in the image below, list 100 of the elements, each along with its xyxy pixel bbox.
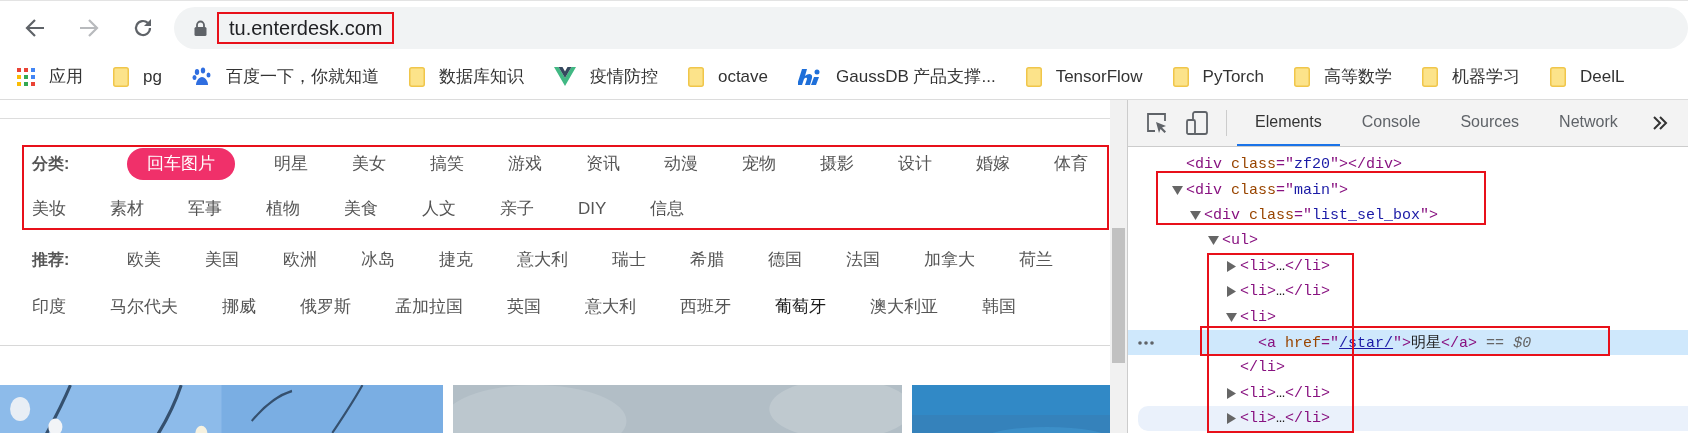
address-bar[interactable]: tu.enterdesk.com xyxy=(174,6,1688,49)
dom-row[interactable]: <div class="main"> xyxy=(1128,177,1688,203)
code-line: </li> xyxy=(1240,359,1285,377)
category-link[interactable]: 美女 xyxy=(352,148,386,180)
country-link[interactable]: 俄罗斯 xyxy=(300,291,351,323)
triangle-down-icon[interactable] xyxy=(1172,184,1183,196)
country-link[interactable]: 希腊 xyxy=(690,244,724,276)
category-link[interactable]: 军事 xyxy=(188,193,222,225)
bookmark-label[interactable]: 机器学习 xyxy=(1452,65,1520,88)
triangle-right-icon[interactable] xyxy=(1226,413,1237,425)
country-link[interactable]: 捷克 xyxy=(439,244,473,276)
category-link[interactable]: 人文 xyxy=(422,193,456,225)
bookmark-label[interactable]: PyTorch xyxy=(1202,66,1264,87)
bookmark-label[interactable]: 数据库知识 xyxy=(438,65,524,88)
code-line: <div class="zf20"></div> xyxy=(1186,156,1403,174)
code-line: <li> xyxy=(1240,308,1276,326)
country-link[interactable]: 瑞士 xyxy=(612,244,646,276)
dom-row[interactable]: <li>…</li> xyxy=(1138,405,1688,432)
country-link[interactable]: 荷兰 xyxy=(1019,244,1053,276)
triangle-right-icon[interactable] xyxy=(1226,286,1237,298)
category-link[interactable]: 宠物 xyxy=(742,148,776,180)
country-link[interactable]: 孟加拉国 xyxy=(395,291,463,323)
country-link[interactable]: 印度 xyxy=(32,291,66,323)
country-link[interactable]: 马尔代夫 xyxy=(110,291,178,323)
category-link[interactable]: 回车图片 xyxy=(127,148,235,180)
country-link[interactable]: 挪威 xyxy=(222,291,256,323)
dom-row[interactable]: <div class="zf20"></div> xyxy=(1128,152,1688,178)
url-text: tu.enterdesk.com xyxy=(217,11,395,44)
bookmark-label[interactable]: 高等数学 xyxy=(1324,65,1392,88)
country-link[interactable]: 法国 xyxy=(846,244,880,276)
bookmark-label[interactable]: GaussDB 产品支撑... xyxy=(836,65,996,88)
triangle-right-icon[interactable] xyxy=(1226,387,1237,399)
code-line: <li>…</li> xyxy=(1240,283,1331,301)
scrollbar[interactable] xyxy=(1110,100,1127,433)
country-link[interactable]: 韩国 xyxy=(982,291,1016,323)
category-link[interactable]: 素材 xyxy=(110,193,144,225)
country-link[interactable]: 澳大利亚 xyxy=(870,291,938,323)
category-link[interactable]: 美食 xyxy=(344,193,378,225)
category-link[interactable]: 植物 xyxy=(266,193,300,225)
scrollbar-thumb[interactable] xyxy=(1112,228,1125,363)
more-tabs-icon[interactable] xyxy=(1651,116,1668,130)
dom-row[interactable]: <li> xyxy=(1128,304,1688,330)
category-link[interactable]: 明星 xyxy=(274,148,308,180)
v-logo-icon[interactable] xyxy=(553,67,576,86)
country-link[interactable]: 冰岛 xyxy=(361,244,395,276)
bookmark-label[interactable]: 疫情防控 xyxy=(589,65,658,88)
country-link[interactable]: 美国 xyxy=(205,244,239,276)
inspect-cursor-icon[interactable] xyxy=(1146,112,1168,134)
category-link[interactable]: 婚嫁 xyxy=(976,148,1010,180)
apps-grid-icon[interactable] xyxy=(17,67,35,86)
bookmark-label[interactable]: pg xyxy=(143,66,162,87)
dom-row[interactable]: <div class="list_sel_box"> xyxy=(1128,202,1688,229)
bookmark-label[interactable]: octave xyxy=(717,66,768,87)
code-line: <li>…</li> xyxy=(1240,384,1331,402)
code-line: <li>…</li> xyxy=(1240,410,1331,428)
triangle-down-icon[interactable] xyxy=(1226,311,1237,323)
country-link[interactable]: 葡萄牙 xyxy=(775,291,826,323)
triangle-down-icon[interactable] xyxy=(1190,209,1201,221)
category-link[interactable]: 搞笑 xyxy=(430,148,464,180)
category-link[interactable]: DIY xyxy=(578,193,607,225)
country-link[interactable]: 欧洲 xyxy=(283,244,317,276)
country-link[interactable]: 德国 xyxy=(768,244,802,276)
category-link[interactable]: 摄影 xyxy=(820,148,854,180)
dom-row[interactable]: </li> xyxy=(1128,355,1688,381)
bookmark-label[interactable]: TensorFlow xyxy=(1055,66,1143,87)
dom-row[interactable]: <li>…</li> xyxy=(1128,278,1688,305)
dom-row[interactable]: <li>…</li> xyxy=(1128,380,1688,406)
paw-icon[interactable] xyxy=(191,66,212,87)
logo-icon[interactable] xyxy=(798,66,822,87)
category-link[interactable]: 资讯 xyxy=(586,148,620,180)
devtools-tab[interactable]: Console xyxy=(1343,100,1439,146)
bookmark-label[interactable]: 百度一下，你就知道 xyxy=(225,65,379,88)
category-link[interactable]: 设计 xyxy=(898,148,932,180)
category-link[interactable]: 游戏 xyxy=(508,148,542,180)
category-link[interactable]: 体育 xyxy=(1054,148,1088,180)
country-link[interactable]: 西班牙 xyxy=(680,291,731,323)
country-link[interactable]: 欧美 xyxy=(127,244,161,276)
dom-row[interactable]: <li>…</li> xyxy=(1128,253,1688,279)
code-line: <div class="main"> xyxy=(1186,181,1349,199)
country-link[interactable]: 英国 xyxy=(507,291,541,323)
bookmark-label[interactable]: DeelL xyxy=(1580,66,1625,87)
country-link[interactable]: 意大利 xyxy=(585,291,636,323)
more-dots-icon[interactable] xyxy=(1138,340,1154,345)
device-toggle-icon[interactable] xyxy=(1186,111,1208,135)
devtools-tab[interactable]: Network xyxy=(1541,100,1636,146)
country-link[interactable]: 意大利 xyxy=(517,244,568,276)
triangle-right-icon[interactable] xyxy=(1226,260,1237,272)
recommend-label: 推荐: xyxy=(32,250,71,270)
devtools-tab[interactable]: Elements xyxy=(1237,100,1340,146)
category-link[interactable]: 信息 xyxy=(650,193,685,225)
code-line: <li>…</li> xyxy=(1240,257,1331,275)
devtools-tab[interactable]: Sources xyxy=(1442,100,1538,146)
category-link[interactable]: 亲子 xyxy=(500,193,534,225)
dom-row[interactable]: <ul> xyxy=(1128,228,1688,254)
triangle-down-icon[interactable] xyxy=(1208,235,1219,247)
country-link[interactable]: 加拿大 xyxy=(924,244,975,276)
category-link[interactable]: 美妆 xyxy=(32,193,66,225)
category-link[interactable]: 动漫 xyxy=(664,148,698,180)
back-arrow-icon[interactable] xyxy=(24,16,46,39)
bookmark-label[interactable]: 应用 xyxy=(49,65,83,88)
